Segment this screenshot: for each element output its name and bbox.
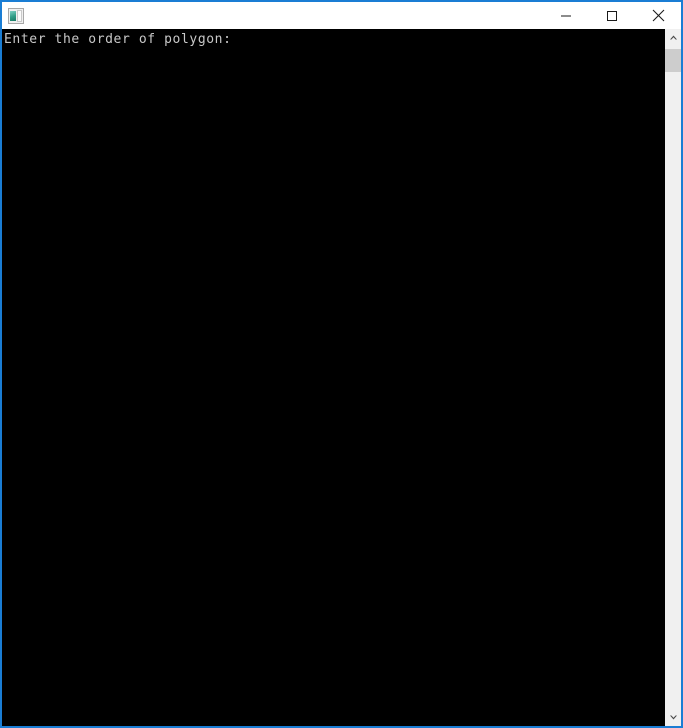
scrollbar-thumb[interactable] <box>665 49 681 72</box>
maximize-icon <box>607 10 617 21</box>
minimize-button[interactable] <box>543 2 589 29</box>
scroll-up-arrow-button[interactable] <box>665 29 681 46</box>
app-icon-left-pane <box>10 10 16 21</box>
console-app-icon <box>8 7 24 24</box>
close-button[interactable] <box>635 2 681 29</box>
window-controls <box>543 2 681 29</box>
title-bar[interactable] <box>2 2 681 29</box>
chevron-down-icon <box>669 715 677 720</box>
app-icon-right-pane <box>17 9 22 22</box>
scroll-down-arrow-button[interactable] <box>665 709 681 726</box>
minimize-icon <box>561 15 571 16</box>
console-window: Enter the order of polygon: <box>0 0 683 728</box>
vertical-scrollbar[interactable] <box>664 29 681 726</box>
console-text: Enter the order of polygon: <box>4 32 232 47</box>
chevron-up-icon <box>669 35 677 40</box>
maximize-button[interactable] <box>589 2 635 29</box>
close-icon <box>652 9 664 22</box>
scrollbar-track[interactable] <box>665 46 681 709</box>
console-output-area[interactable]: Enter the order of polygon: <box>2 29 664 726</box>
